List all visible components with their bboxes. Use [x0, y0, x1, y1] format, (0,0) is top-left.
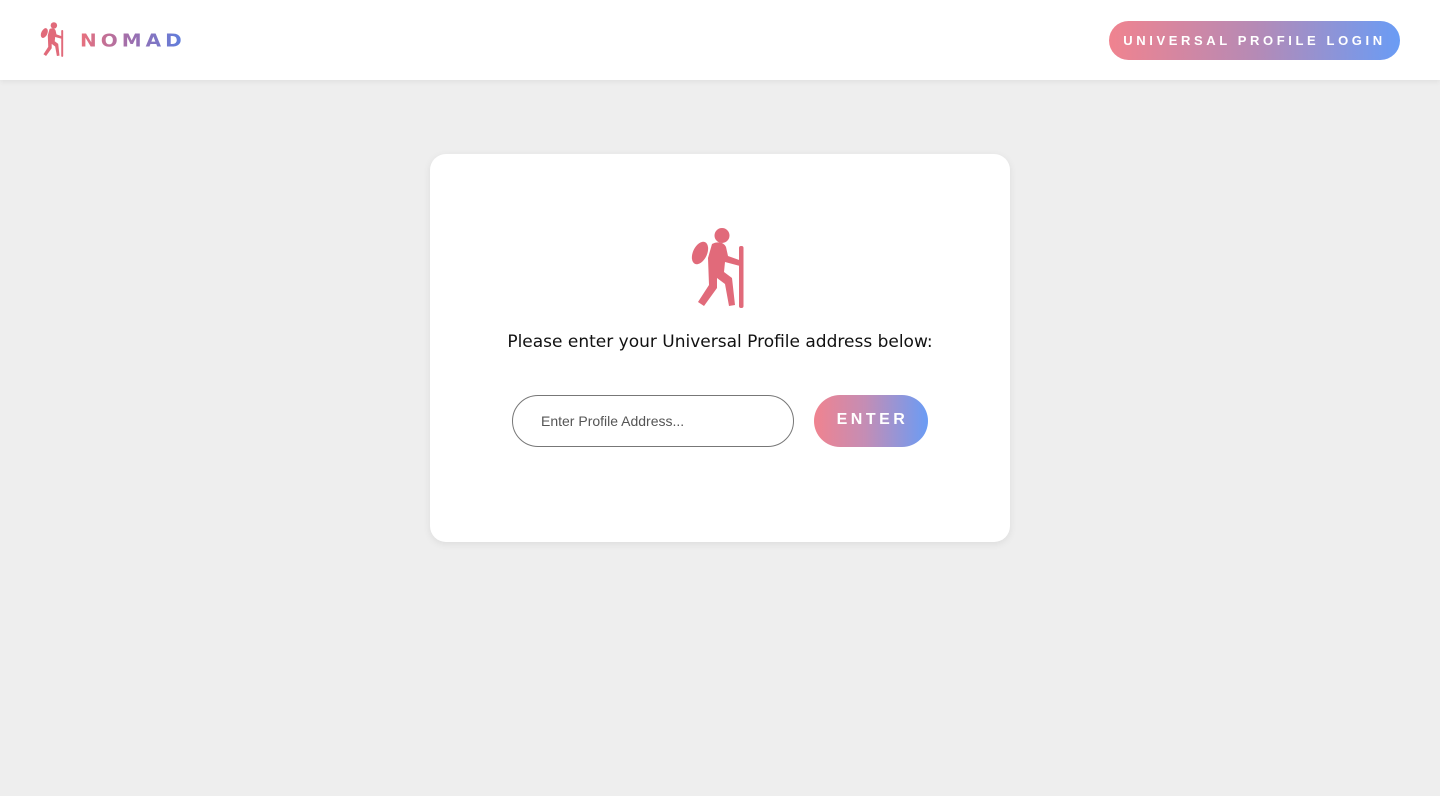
brand-logo[interactable]: NOMAD	[40, 20, 186, 60]
hiker-icon	[40, 22, 64, 57]
hiker-icon	[691, 228, 744, 308]
login-card: Please enter your Universal Profile addr…	[430, 154, 1010, 542]
profile-address-prompt: Please enter your Universal Profile addr…	[507, 332, 933, 352]
brand-name: NOMAD	[80, 29, 186, 51]
enter-button[interactable]: ENTER	[814, 395, 928, 447]
top-navbar: NOMAD UNIVERSAL PROFILE LOGIN	[0, 0, 1440, 80]
profile-address-input[interactable]	[512, 395, 794, 447]
universal-profile-login-button[interactable]: UNIVERSAL PROFILE LOGIN	[1109, 21, 1400, 60]
